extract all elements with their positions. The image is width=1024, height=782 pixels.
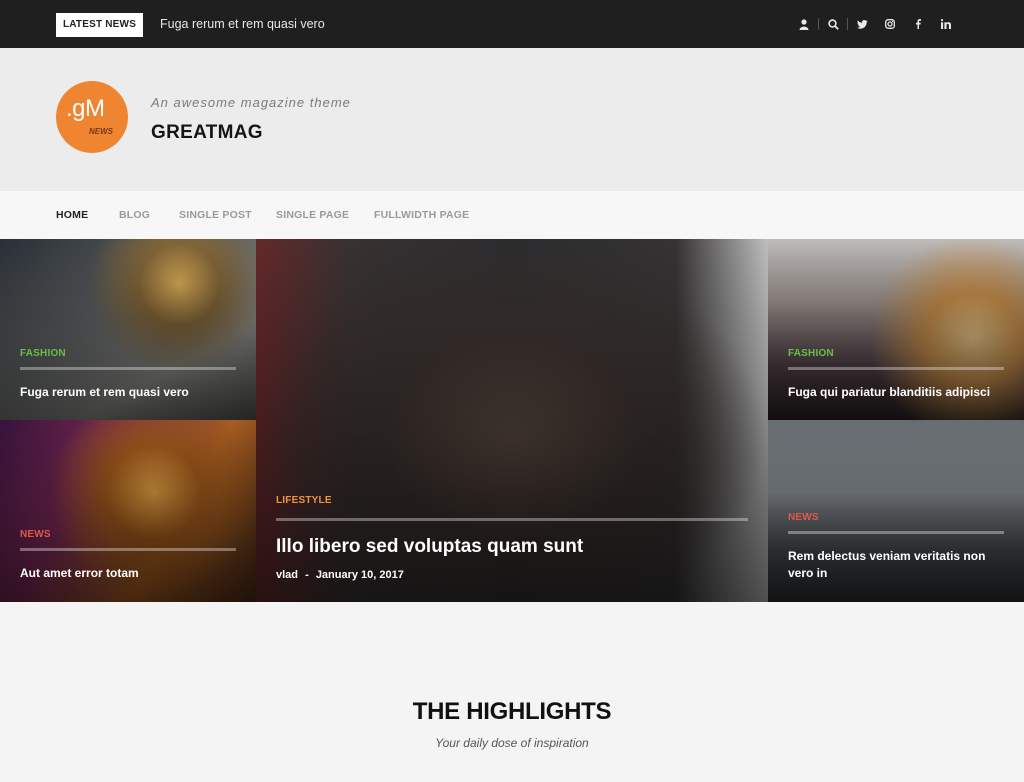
twitter-icon[interactable] (848, 14, 876, 34)
logo-subtext: NEWS (89, 127, 113, 136)
category-label[interactable]: NEWS (20, 529, 51, 540)
site-title[interactable]: GREATMAG (151, 122, 263, 144)
top-icons (790, 14, 960, 34)
instagram-icon[interactable] (876, 14, 904, 34)
featured-post-tile[interactable]: FASHION Fuga rerum et rem quasi vero (0, 239, 256, 420)
divider-bar (788, 531, 1004, 534)
nav-item-home[interactable]: HOME (56, 209, 88, 221)
featured-post-tile-large[interactable]: LIFESTYLE Illo libero sed voluptas quam … (256, 239, 768, 602)
featured-post-tile[interactable]: NEWS Aut amet error totam (0, 420, 256, 602)
category-label[interactable]: FASHION (20, 348, 66, 359)
divider-bar (20, 367, 236, 370)
nav-item-single-page[interactable]: SINGLE PAGE (276, 209, 349, 221)
meta-separator: - (305, 569, 309, 581)
post-title[interactable]: Fuga qui pariatur blanditiis adipisci (788, 384, 1008, 401)
category-label[interactable]: LIFESTYLE (276, 495, 332, 506)
section-title: THE HIGHLIGHTS (412, 698, 612, 725)
site-tagline: An awesome magazine theme (151, 95, 351, 110)
category-label[interactable]: NEWS (788, 512, 819, 523)
post-title[interactable]: Aut amet error totam (20, 565, 240, 582)
site-logo[interactable]: .gM NEWS (56, 81, 128, 153)
latest-news-label: LATEST NEWS (56, 13, 143, 37)
featured-post-tile[interactable]: FASHION Fuga qui pariatur blanditiis adi… (768, 239, 1024, 420)
post-title[interactable]: Rem delectus veniam veritatis non vero i… (788, 548, 1008, 582)
category-label[interactable]: FASHION (788, 348, 834, 359)
post-date: January 10, 2017 (315, 569, 404, 581)
latest-news-ticker[interactable]: Fuga rerum et rem quasi vero (160, 17, 325, 31)
post-title[interactable]: Illo libero sed voluptas quam sunt (276, 535, 746, 559)
post-author[interactable]: vlad (276, 569, 298, 581)
featured-posts-grid: FASHION Fuga rerum et rem quasi vero NEW… (0, 239, 1024, 602)
divider-bar (20, 548, 236, 551)
main-navigation: HOME BLOG SINGLE POST SINGLE PAGE FULLWI… (0, 191, 1024, 239)
logo-text: .gM (66, 95, 105, 122)
linkedin-icon[interactable] (932, 14, 960, 34)
divider-bar (788, 367, 1004, 370)
section-subtitle: Your daily dose of inspiration (435, 736, 589, 750)
top-bar: LATEST NEWS Fuga rerum et rem quasi vero (0, 0, 1024, 48)
featured-post-tile[interactable]: NEWS Rem delectus veniam veritatis non v… (768, 420, 1024, 602)
nav-item-blog[interactable]: BLOG (119, 209, 150, 221)
search-icon[interactable] (819, 14, 847, 34)
post-meta: vlad - January 10, 2017 (276, 569, 404, 581)
divider-bar (276, 518, 748, 521)
facebook-icon[interactable] (904, 14, 932, 34)
site-header: .gM NEWS An awesome magazine theme GREAT… (0, 48, 1024, 191)
post-title[interactable]: Fuga rerum et rem quasi vero (20, 384, 240, 401)
nav-item-single-post[interactable]: SINGLE POST (179, 209, 252, 221)
nav-item-fullwidth-page[interactable]: FULLWIDTH PAGE (374, 209, 469, 221)
user-icon[interactable] (790, 14, 818, 34)
